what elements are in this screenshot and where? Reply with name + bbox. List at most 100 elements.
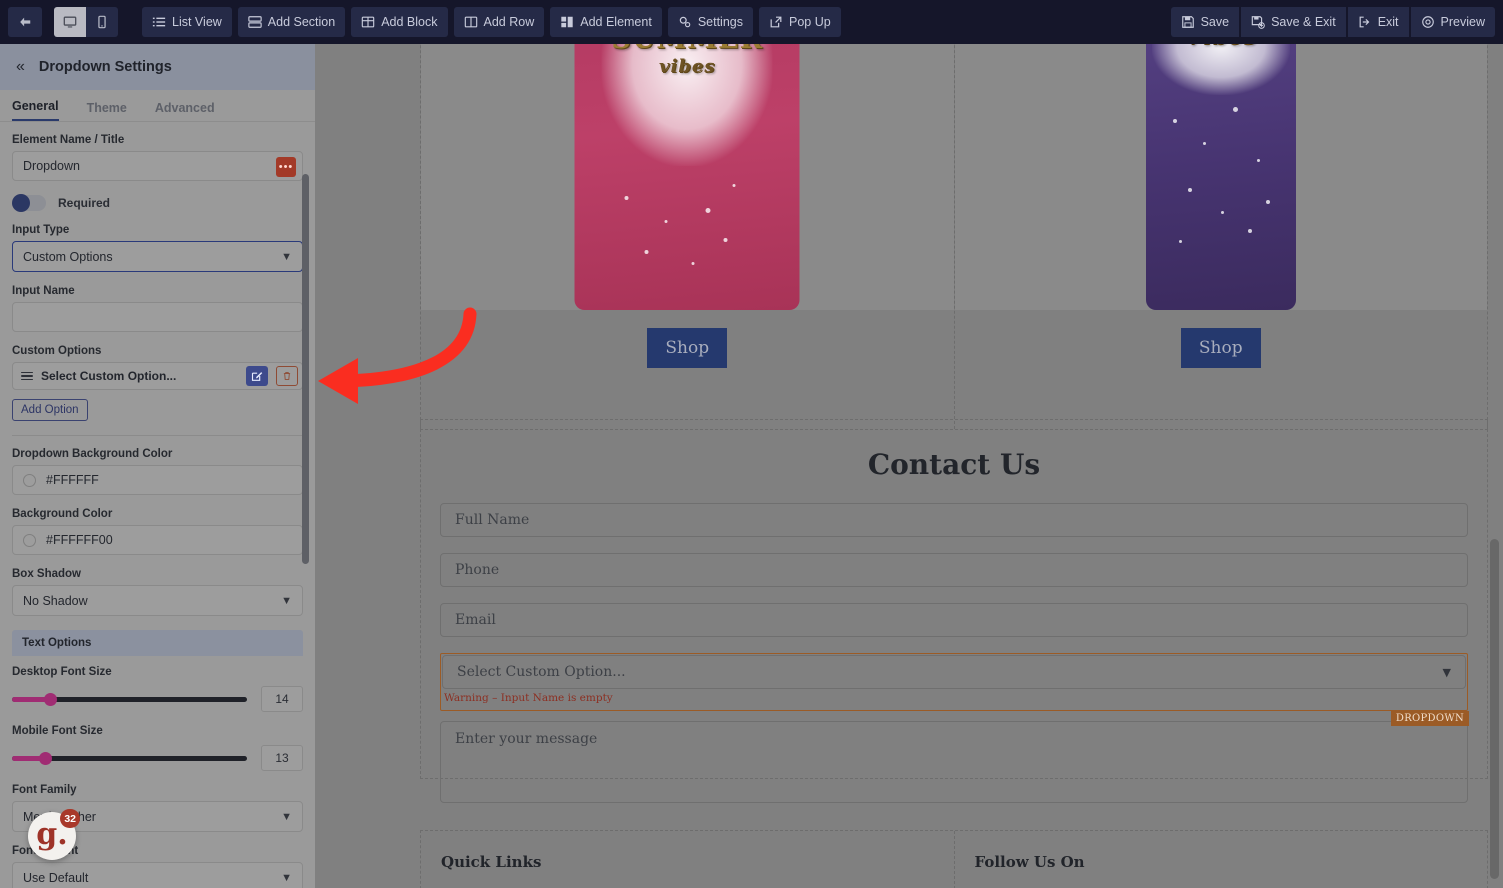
dropdown-bg-color-input[interactable]: #FFFFFF [12,465,303,495]
dropdown-bg-color-value: #FFFFFF [46,473,99,487]
exit-button[interactable]: Exit [1347,7,1409,37]
custom-options-label: Custom Options [12,345,102,357]
required-toggle[interactable] [12,194,46,212]
save-exit-label: Save & Exit [1271,15,1336,29]
background-color-value: #FFFFFF00 [46,533,113,547]
exit-icon [1358,15,1372,29]
full-name-placeholder: Full Name [455,512,530,528]
add-section-label: Add Section [267,15,336,29]
list-view-label: List View [172,15,222,29]
slider-thumb[interactable] [43,692,57,706]
custom-option-text: Select Custom Option... [41,369,177,383]
input-type-select[interactable]: Custom Options ▼ [12,241,303,272]
custom-option-dropdown[interactable]: Select Custom Option... ▼ [442,655,1466,689]
mobile-view-toggle[interactable] [86,7,118,37]
font-family-label: Font Family [12,784,77,796]
tab-theme[interactable]: Theme [87,101,127,121]
chevron-double-left-icon[interactable]: « [16,58,25,76]
color-swatch-icon[interactable] [23,533,36,547]
dropdown-warning-text: Warning – Input Name is empty [444,692,613,704]
sidebar-tabs: General Theme Advanced [0,90,315,122]
desktop-view-toggle[interactable] [54,7,86,37]
preview-button[interactable]: Preview [1410,7,1495,37]
settings-button[interactable]: Settings [667,7,753,37]
quick-links-heading: Quick Links [441,853,542,871]
slider-thumb[interactable] [38,751,52,765]
save-button[interactable]: Save [1170,7,1240,37]
color-swatch-icon[interactable] [23,473,36,487]
add-row-button[interactable]: Add Row [453,7,545,37]
required-toggle-row: Required [12,194,303,212]
trash-icon[interactable] [276,366,298,386]
preview-icon [1421,15,1435,29]
toolbar-left-group: List View Add Section Add Block Add Row [8,7,841,37]
canvas-scrollbar[interactable] [1490,539,1499,879]
contact-section: Contact Us Full Name Phone Email Select … [420,419,1488,803]
more-options-icon[interactable]: ••• [276,157,296,177]
add-block-button[interactable]: Add Block [351,7,448,37]
add-section-button[interactable]: Add Section [237,7,346,37]
full-name-input[interactable]: Full Name [440,503,1468,537]
email-input[interactable]: Email [440,603,1468,637]
top-toolbar: List View Add Section Add Block Add Row [0,0,1503,44]
add-element-label: Add Element [580,15,652,29]
phone-input[interactable]: Phone [440,553,1468,587]
desktop-font-size-slider[interactable] [12,691,247,707]
product-card: Summer Vibes Shop [954,44,1487,429]
font-weight-value: Use Default [23,870,89,885]
chat-widget-button[interactable]: g. 32 [28,809,80,860]
mobile-font-size-value[interactable]: 13 [261,745,303,771]
required-label: Required [58,196,111,210]
phone-placeholder: Phone [455,562,500,578]
input-type-value: Custom Options [23,249,113,264]
desktop-font-size-value[interactable]: 14 [261,686,303,712]
chevron-down-icon: ▼ [281,810,292,823]
tshirt-graphic: Summer Vibes [1145,44,1296,310]
tab-general[interactable]: General [12,99,59,121]
message-textarea[interactable]: Enter your message [440,721,1468,803]
popup-label: Pop Up [788,15,831,29]
box-shadow-select[interactable]: No Shadow ▼ [12,585,303,616]
desktop-font-size-row: 14 [12,686,303,712]
mobile-font-size-slider[interactable] [12,750,247,766]
save-label: Save [1200,15,1230,29]
sidebar-scrollbar[interactable] [302,174,309,564]
gear-icon [678,15,692,29]
viewport-toggle[interactable] [54,7,118,37]
status-badge: DROPDOWN [1390,711,1469,726]
add-row-icon [464,15,478,29]
list-view-icon [152,15,166,29]
contact-title: Contact Us [867,448,1041,481]
arrow-left-icon [18,15,32,29]
save-exit-button[interactable]: Save & Exit [1241,7,1346,37]
toolbar-right-group: Save Save & Exit Exit Preview [1170,7,1495,37]
add-element-button[interactable]: Add Element [550,7,662,37]
chat-widget-badge: 32 [60,809,80,828]
shop-button[interactable]: Shop [647,328,728,368]
list-view-button[interactable]: List View [142,7,232,37]
background-color-input[interactable]: #FFFFFF00 [12,525,303,555]
popup-button[interactable]: Pop Up [758,7,841,37]
drag-handle-icon[interactable] [21,371,33,381]
add-block-label: Add Block [381,15,438,29]
chevron-down-icon: ▼ [281,250,292,263]
shop-button[interactable]: Shop [1180,328,1261,368]
chevron-down-icon: ▼ [281,871,292,884]
back-button[interactable] [8,7,42,37]
sidebar-divider [12,435,303,436]
preview-label: Preview [1440,15,1485,29]
tab-advanced[interactable]: Advanced [155,101,215,121]
popup-icon [769,15,783,29]
input-name-input[interactable] [12,302,303,332]
font-weight-select[interactable]: Use Default ▼ [12,862,303,888]
box-shadow-label: Box Shadow [12,568,82,580]
dropdown-selected-value: Select Custom Option... [457,664,626,680]
add-section-icon [248,15,262,29]
edit-square-icon[interactable] [246,366,268,386]
sidebar-header: « Dropdown Settings [0,44,315,90]
settings-label: Settings [697,15,743,29]
element-name-input[interactable]: Dropdown ••• [12,151,303,181]
add-option-button[interactable]: Add Option [12,399,88,421]
footer-section: Quick Links Home Follow Us On [420,830,1488,888]
page-canvas: SUMMER vibes Shop [315,44,1503,888]
